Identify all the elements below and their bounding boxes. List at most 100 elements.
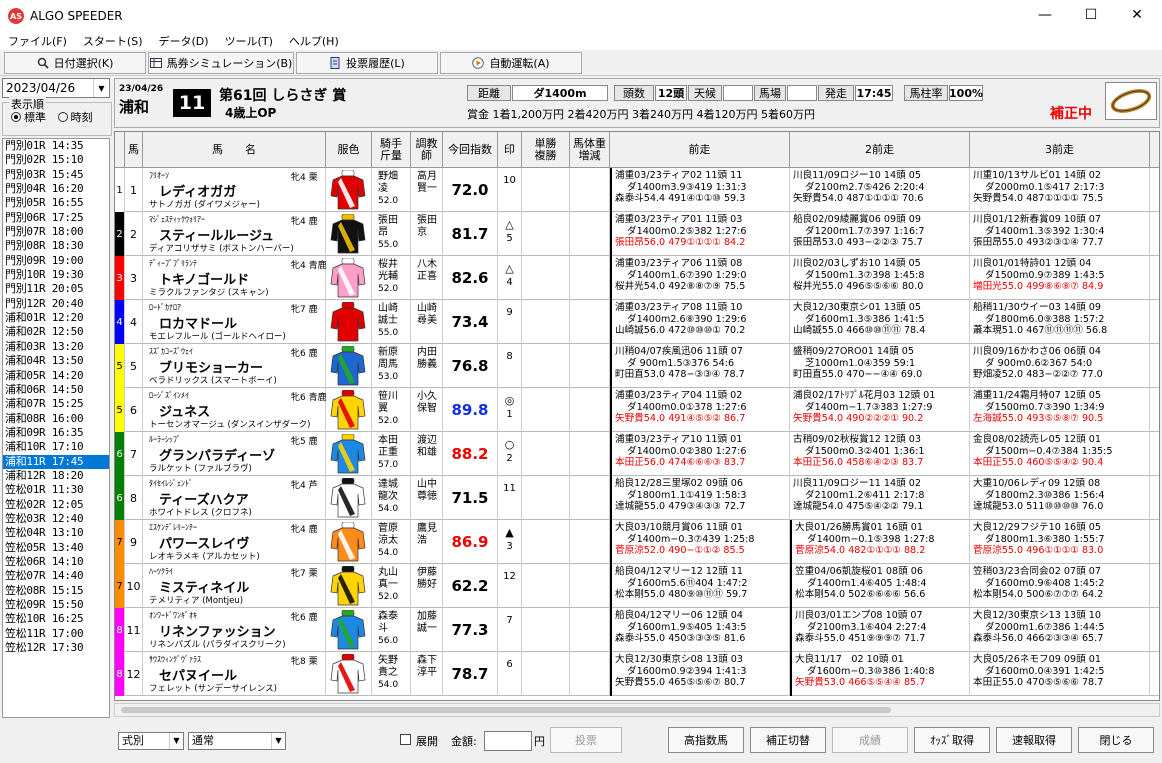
amount-input[interactable]	[484, 731, 532, 751]
close-button[interactable]: ✕	[1114, 0, 1160, 30]
race-list-item[interactable]: 浦和12R 18:20	[3, 469, 109, 483]
horse-name-cell[interactable]: ｽｽﾞｶｺｰｽﾞｳｪｲ 牝6 鹿ブリモショーカー ベラドリックス (スマートボーイ)	[143, 344, 326, 388]
chevron-down-icon[interactable]: ▼	[93, 79, 109, 97]
past-race-3[interactable]: 大良12/30東京シ13 13頭 10 ダ2000m1.6⑦386 1:44:5 森…	[970, 608, 1150, 652]
past-race-2[interactable]: 川良02/03しずお10 14頭 05 ダ1500m1.3⑦398 1:45:8 桜…	[790, 256, 970, 300]
past-race-3[interactable]: 金良08/02読売レ05 12頭 01 ダ1500m−0.4⑦384 1:35:5…	[970, 432, 1150, 476]
odds-fetch-button[interactable]: ｵｯｽﾞ取得	[914, 727, 990, 753]
table-row[interactable]: 5 5 ｽｽﾞｶｺｰｽﾞｳｪｲ 牝6 鹿ブリモショーカー ベラドリックス (スマートボー…	[115, 344, 1159, 388]
correction-toggle-button[interactable]: 補正切替	[750, 727, 826, 753]
mark-cell[interactable]: ▲ 3	[498, 520, 522, 564]
race-list-item[interactable]: 浦和10R 17:10	[3, 440, 109, 454]
horse-name-cell[interactable]: ﾌﾘｵｰｿ 牝4 栗レディオガガ サトノガガ (ダイワメジャー)	[143, 168, 326, 212]
past-race-2[interactable]: 川良11/09ロジー10 14頭 05 ダ2100m2.7⑤426 2:20:4 矢…	[790, 168, 970, 212]
race-list-item[interactable]: 笠松07R 14:40	[3, 569, 109, 583]
past-race-1[interactable]: 大良12/30東京シ08 13頭 03 ダ1600m0.9②394 1:41:3 矢…	[610, 652, 790, 696]
race-list-item[interactable]: 門別02R 15:10	[3, 153, 109, 167]
auto-run-button[interactable]: 自動運転(A)	[440, 51, 582, 74]
race-list-item[interactable]: 門別06R 17:25	[3, 211, 109, 225]
race-list-item[interactable]: 門別10R 19:30	[3, 268, 109, 282]
horse-name-cell[interactable]: ﾀｲｾｲﾚｼﾞｪﾝﾄﾞ 牝4 芦ティーズハクア ホワイトドレス (クロフネ)	[143, 476, 326, 520]
race-list-item[interactable]: 笠松05R 13:40	[3, 541, 109, 555]
scrollbar-thumb[interactable]	[121, 707, 891, 713]
table-row[interactable]: 2 2 ﾏｼﾞｪｽﾃｨｯｸｳｫﾘｱｰ 牝4 鹿スティールルージュ ディアコリザサミ (ボ…	[115, 212, 1159, 256]
race-list-item[interactable]: 浦和03R 13:20	[3, 340, 109, 354]
race-list-item[interactable]: 浦和02R 12:50	[3, 325, 109, 339]
horizontal-scrollbar[interactable]	[114, 703, 1160, 717]
race-list-item[interactable]: 浦和08R 16:00	[3, 412, 109, 426]
table-row[interactable]: 3 3 ﾃﾞｨｰﾌﾟﾌﾞﾘﾗﾝﾃ 牝4 青鹿 トキノゴールド ミラクルファンタジ (スキャ…	[115, 256, 1159, 300]
past-race-1[interactable]: 大良03/10競月賞06 11頭 01 ダ1400m−0.3⑦439 1:25:8…	[610, 520, 790, 564]
past-race-1[interactable]: 船良04/12マリー12 12頭 11 ダ1600m5.6⑪404 1:47:2 松…	[610, 564, 790, 608]
mark-cell[interactable]: ◎ 1	[498, 388, 522, 432]
race-list-item[interactable]: 浦和01R 12:20	[3, 311, 109, 325]
horse-name-cell[interactable]: ﾏｼﾞｪｽﾃｨｯｸｳｫﾘｱｰ 牝4 鹿スティールルージュ ディアコリザサミ (ボスト…	[143, 212, 326, 256]
table-row[interactable]: 6 7 ﾙｰﾗｰｼｯﾌﾟ 牝5 鹿グランパラディーゾ ラルケット (ファルブラヴ) 本田 …	[115, 432, 1159, 476]
horse-name-cell[interactable]: ﾛｰﾄﾞｶﾅﾛｱ 牝7 鹿ロカマドール モエレフルール (ゴールドヘイロー)	[143, 300, 326, 344]
past-race-1[interactable]: 川稍04/07疾風迅06 11頭 07 ダ 900m1.5③376 54:6 町田直…	[610, 344, 790, 388]
expand-checkbox[interactable]	[400, 734, 411, 745]
past-race-2[interactable]: 古稍09/02秋桜賞12 12頭 03 ダ1500m0.3②401 1:36:1 本…	[790, 432, 970, 476]
table-row[interactable]: 5 6 ﾛｰｼﾞｽﾞｲﾝﾒｲ 牝6 青鹿 ジュネス トーセンオマージュ (ダンスインザダー…	[115, 388, 1159, 432]
past-race-3[interactable]: 大良05/26ネモフ09 09頭 01 ダ1600m0.0④391 1:42:5 本…	[970, 652, 1150, 696]
past-race-3[interactable]: 浦重11/24霜月特07 12頭 05 ダ1500m0.7③390 1:34:9 左…	[970, 388, 1150, 432]
table-row[interactable]: 6 8 ﾀｲｾｲﾚｼﾞｪﾝﾄﾞ 牝4 芦ティーズハクア ホワイトドレス (クロフネ) 達城…	[115, 476, 1159, 520]
race-list-item[interactable]: 門別05R 16:55	[3, 196, 109, 210]
high-index-button[interactable]: 高指数馬	[668, 727, 744, 753]
mark-cell[interactable]: 8	[498, 344, 522, 388]
menu-file[interactable]: ファイル(F)	[0, 33, 75, 49]
past-race-1[interactable]: 船良12/28三里塚02 09頭 06 ダ1800m1.1①419 1:58:3 達…	[610, 476, 790, 520]
race-list-item[interactable]: 笠松10R 16:25	[3, 612, 109, 626]
table-row[interactable]: 8 11 ｵﾝﾜｰﾄﾞﾜﾝｷﾞｵｷ 牝6 鹿リネンファッション リネンパズル (パラダイ…	[115, 608, 1159, 652]
mark-cell[interactable]: 6	[498, 652, 522, 696]
menu-tools[interactable]: ツール(T)	[217, 33, 281, 49]
race-list-item[interactable]: 笠松11R 17:00	[3, 627, 109, 641]
race-list-item[interactable]: 笠松04R 13:10	[3, 526, 109, 540]
past-race-2[interactable]: 盛稍09/27ORO01 14頭 05 芝1000m1.0④359 59:1 町田直…	[790, 344, 970, 388]
horse-name-cell[interactable]: ﾊｰﾂｸﾗｲ 牝7 栗ミスティネイル テメリティア (Montjeu)	[143, 564, 326, 608]
race-list-item[interactable]: 浦和07R 15:25	[3, 397, 109, 411]
table-row[interactable]: 7 10 ﾊｰﾂｸﾗｲ 牝7 栗ミスティネイル テメリティア (Montjeu) 丸山 真…	[115, 564, 1159, 608]
mark-cell[interactable]: 10	[498, 168, 522, 212]
race-list-item[interactable]: 門別09R 19:00	[3, 254, 109, 268]
past-race-2[interactable]: 川良03/01エンプ08 10頭 07 ダ2100m3.1⑥404 2:27:4 森…	[790, 608, 970, 652]
past-race-2[interactable]: 笠重04/06凱旋桜01 08頭 06 ダ1400m1.4⑥405 1:48:4 松…	[790, 564, 970, 608]
mark-cell[interactable]: △ 5	[498, 212, 522, 256]
past-race-2[interactable]: 浦良02/17ﾄﾘﾌﾟﾙ花月03 12頭 01 ダ1400m−1.7③383 1:…	[790, 388, 970, 432]
past-race-1[interactable]: 浦重03/23ティア04 11頭 02 ダ1400m0.0①378 1:27:6 矢…	[610, 388, 790, 432]
chevron-down-icon[interactable]: ▼	[169, 733, 183, 749]
race-list-item[interactable]: 門別11R 20:05	[3, 282, 109, 296]
table-row[interactable]: 7 9 ｴｽｹﾝﾃﾞﾚﾘｰﾝﾁｰ 牝4 鹿パワースレイヴ レオキラメキ (アルカセット)…	[115, 520, 1159, 564]
past-race-1[interactable]: 船良04/12マリー06 12頭 04 ダ1600m1.9⑤405 1:43:5 森…	[610, 608, 790, 652]
minimize-button[interactable]: —	[1022, 0, 1068, 30]
race-list-item[interactable]: 笠松01R 11:30	[3, 483, 109, 497]
date-combo[interactable]: 2023/04/26 ▼	[2, 78, 110, 98]
past-race-1[interactable]: 浦重03/23ティア06 11頭 08 ダ1400m1.6⑦390 1:29:0 桜…	[610, 256, 790, 300]
results-button[interactable]: 成績	[832, 727, 908, 753]
past-race-2[interactable]: 大良11/17 02 10頭 01 ダ1600m−0.3⑩386 1:40:8 矢野…	[790, 652, 970, 696]
race-list-item[interactable]: 笠松06R 14:10	[3, 555, 109, 569]
past-race-2[interactable]: 川良11/09ロジー11 14頭 02 ダ2100m1.2⑥411 2:17:8 達…	[790, 476, 970, 520]
past-race-1[interactable]: 浦重03/23ティア10 11頭 01 ダ1400m0.0②380 1:27:6 本…	[610, 432, 790, 476]
race-list-item[interactable]: 笠松02R 12:05	[3, 498, 109, 512]
race-list-item[interactable]: 浦和06R 14:50	[3, 383, 109, 397]
menu-data[interactable]: データ(D)	[151, 33, 217, 49]
horse-name-cell[interactable]: ﾃﾞｨｰﾌﾟﾌﾞﾘﾗﾝﾃ 牝4 青鹿 トキノゴールド ミラクルファンタジ (スキャン)	[143, 256, 327, 300]
horse-name-cell[interactable]: ｻｳｽｳｨﾝｸﾞｳﾞｧﾗｽ 牝8 栗セパヌイール フェレット (サンデーサイレンス)	[143, 652, 326, 696]
close-dialog-button[interactable]: 閉じる	[1078, 727, 1154, 753]
bet-type-combo[interactable]: 式別 ▼	[118, 732, 184, 750]
race-list-item[interactable]: 浦和11R 17:45	[3, 454, 109, 469]
race-list-item[interactable]: 門別04R 16:20	[3, 182, 109, 196]
mark-cell[interactable]: ○ 2	[498, 432, 522, 476]
past-race-3[interactable]: 川良09/16かわさ06 06頭 04 ダ 900m0.6②367 54:0 野畑凌…	[970, 344, 1150, 388]
race-list-item[interactable]: 浦和04R 13:50	[3, 354, 109, 368]
mark-cell[interactable]: 11	[498, 476, 522, 520]
race-list-item[interactable]: 笠松12R 17:30	[3, 641, 109, 655]
date-select-button[interactable]: 日付選択(K)	[4, 51, 146, 74]
order-time-radio[interactable]: 時刻	[57, 109, 93, 125]
race-list-item[interactable]: 門別08R 18:30	[3, 239, 109, 253]
mark-cell[interactable]: △ 4	[498, 256, 522, 300]
vote-button[interactable]: 投票	[550, 727, 622, 753]
menu-help[interactable]: ヘルプ(H)	[281, 33, 347, 49]
table-row[interactable]: 8 12 ｻｳｽｳｨﾝｸﾞｳﾞｧﾗｽ 牝8 栗セパヌイール フェレット (サンデーサイレ…	[115, 652, 1159, 696]
